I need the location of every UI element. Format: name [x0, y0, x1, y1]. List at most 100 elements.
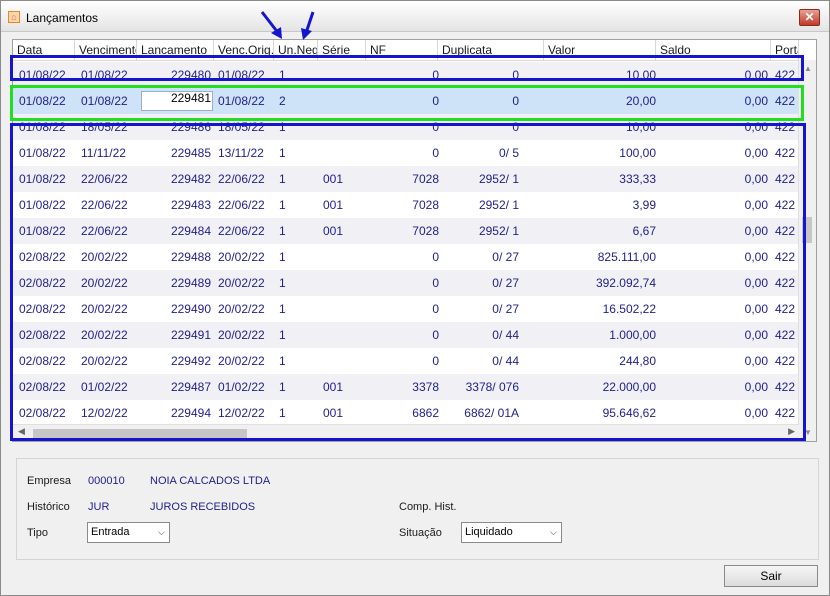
cell-lancamento[interactable]: 229491	[137, 322, 211, 348]
column-header[interactable]: Duplicata	[438, 40, 544, 60]
column-header[interactable]: Venc.Orig.	[214, 40, 274, 60]
cell-data[interactable]: 02/08/22	[15, 270, 75, 296]
cell-lancamento[interactable]: 229494	[137, 400, 211, 426]
table-row[interactable]: 01/08/22 18/05/22 229486 18/05/22 1 0 0 10,00 0,…	[13, 114, 799, 140]
scroll-right-icon[interactable]: ▶	[788, 426, 795, 437]
cell-saldo[interactable]: 0,00	[656, 192, 768, 218]
cell-data[interactable]: 02/08/22	[15, 348, 75, 374]
table-row-selected[interactable]: 01/08/22 01/08/22 229481 01/08/22 2 0 0 20,00 0,…	[13, 88, 799, 114]
cell-venc-orig[interactable]: 22/06/22	[214, 218, 274, 244]
cell-saldo[interactable]: 0,00	[656, 296, 768, 322]
cell-valor[interactable]: 825.111,00	[544, 244, 656, 270]
cell-serie[interactable]	[319, 140, 365, 166]
close-button[interactable]: ✕	[799, 9, 820, 26]
table-row[interactable]: 01/08/22 11/11/22 229485 13/11/22 1 0 0/ 5 100,…	[13, 140, 799, 166]
cell-serie[interactable]	[319, 88, 365, 114]
table-row[interactable]: 01/08/22 22/06/22 229484 22/06/22 1 001 7028 29…	[13, 218, 799, 244]
column-header[interactable]: Saldo	[656, 40, 771, 60]
cell-vencimento[interactable]: 20/02/22	[77, 244, 137, 270]
situacao-select[interactable]: Liquidado ⌵	[461, 522, 562, 543]
cell-un-neg[interactable]: 1	[275, 374, 315, 400]
cell-lancamento[interactable]: 229484	[137, 218, 211, 244]
cell-porta[interactable]: 422	[771, 218, 799, 244]
cell-vencimento[interactable]: 20/02/22	[77, 348, 137, 374]
cell-serie[interactable]	[319, 322, 365, 348]
scroll-left-icon[interactable]: ◀	[18, 426, 25, 437]
cell-saldo[interactable]: 0,00	[656, 218, 768, 244]
cell-valor[interactable]: 10,00	[544, 114, 656, 140]
cell-un-neg[interactable]: 1	[275, 400, 315, 426]
column-header[interactable]: Un.Neg.	[274, 40, 318, 60]
cell-porta[interactable]: 422	[771, 296, 799, 322]
cell-nf[interactable]: 0	[366, 244, 439, 270]
cell-un-neg[interactable]: 1	[275, 192, 315, 218]
cell-un-neg[interactable]: 1	[275, 62, 315, 88]
cell-duplicata[interactable]: 0/ 27	[438, 244, 519, 270]
cell-serie[interactable]	[319, 114, 365, 140]
cell-vencimento[interactable]: 01/08/22	[77, 88, 137, 114]
cell-data[interactable]: 01/08/22	[15, 218, 75, 244]
cell-serie[interactable]	[319, 296, 365, 322]
cell-porta[interactable]: 422	[771, 88, 799, 114]
table-row[interactable]: 01/08/22 01/08/22 229480 01/08/22 1 0 0 10,00 0,…	[13, 62, 799, 88]
cell-data[interactable]: 01/08/22	[15, 88, 75, 114]
cell-porta[interactable]: 422	[771, 62, 799, 88]
cell-lancamento[interactable]: 229486	[137, 114, 211, 140]
cell-serie[interactable]	[319, 270, 365, 296]
cell-vencimento[interactable]: 20/02/22	[77, 296, 137, 322]
cell-venc-orig[interactable]: 20/02/22	[214, 296, 274, 322]
cell-vencimento[interactable]: 01/08/22	[77, 62, 137, 88]
cell-lancamento[interactable]: 229489	[137, 270, 211, 296]
cell-duplicata[interactable]: 3378/ 076	[438, 374, 519, 400]
column-header[interactable]: Lancamento	[137, 40, 214, 60]
horizontal-scrollbar[interactable]: ◀ ▶	[13, 424, 799, 441]
cell-porta[interactable]: 422	[771, 244, 799, 270]
vertical-scroll-thumb[interactable]	[802, 217, 812, 243]
table-row[interactable]: 02/08/22 12/02/22 229494 12/02/22 1 001 6862 68…	[13, 400, 799, 426]
cell-valor[interactable]: 3,99	[544, 192, 656, 218]
cell-valor[interactable]: 16.502,22	[544, 296, 656, 322]
cell-saldo[interactable]: 0,00	[656, 244, 768, 270]
cell-nf[interactable]: 0	[366, 322, 439, 348]
tipo-select[interactable]: Entrada ⌵	[87, 522, 170, 543]
cell-porta[interactable]: 422	[771, 114, 799, 140]
cell-porta[interactable]: 422	[771, 192, 799, 218]
cell-porta[interactable]: 422	[771, 140, 799, 166]
cell-nf[interactable]: 0	[366, 114, 439, 140]
cell-serie[interactable]: 001	[319, 166, 365, 192]
cell-valor[interactable]: 10,00	[544, 62, 656, 88]
cell-vencimento[interactable]: 12/02/22	[77, 400, 137, 426]
cell-duplicata[interactable]: 0/ 27	[438, 296, 519, 322]
cell-un-neg[interactable]: 1	[275, 114, 315, 140]
horizontal-scroll-thumb[interactable]	[33, 429, 247, 438]
cell-un-neg[interactable]: 1	[275, 322, 315, 348]
cell-nf[interactable]: 6862	[366, 400, 439, 426]
cell-serie[interactable]: 001	[319, 400, 365, 426]
cell-valor[interactable]: 100,00	[544, 140, 656, 166]
cell-data[interactable]: 02/08/22	[15, 322, 75, 348]
column-header[interactable]: Porta	[771, 40, 799, 60]
cell-porta[interactable]: 422	[771, 166, 799, 192]
table-row[interactable]: 02/08/22 20/02/22 229492 20/02/22 1 0 0/ 44 244…	[13, 348, 799, 374]
cell-nf[interactable]: 0	[366, 140, 439, 166]
cell-saldo[interactable]: 0,00	[656, 374, 768, 400]
cell-venc-orig[interactable]: 18/05/22	[214, 114, 274, 140]
cell-serie[interactable]	[319, 348, 365, 374]
cell-duplicata[interactable]: 2952/ 1	[438, 166, 519, 192]
cell-serie[interactable]	[319, 62, 365, 88]
cell-valor[interactable]: 333,33	[544, 166, 656, 192]
cell-venc-orig[interactable]: 22/06/22	[214, 166, 274, 192]
table-row[interactable]: 02/08/22 20/02/22 229490 20/02/22 1 0 0/ 27 16.…	[13, 296, 799, 322]
cell-lancamento[interactable]: 229492	[137, 348, 211, 374]
cell-duplicata[interactable]: 0	[438, 114, 519, 140]
cell-porta[interactable]: 422	[771, 322, 799, 348]
cell-duplicata[interactable]: 2952/ 1	[438, 192, 519, 218]
cell-data[interactable]: 01/08/22	[15, 140, 75, 166]
cell-serie[interactable]: 001	[319, 374, 365, 400]
cell-lancamento[interactable]: 229480	[137, 62, 211, 88]
cell-venc-orig[interactable]: 20/02/22	[214, 270, 274, 296]
cell-venc-orig[interactable]: 20/02/22	[214, 244, 274, 270]
cell-duplicata[interactable]: 0/ 44	[438, 348, 519, 374]
cell-porta[interactable]: 422	[771, 400, 799, 426]
cell-saldo[interactable]: 0,00	[656, 114, 768, 140]
